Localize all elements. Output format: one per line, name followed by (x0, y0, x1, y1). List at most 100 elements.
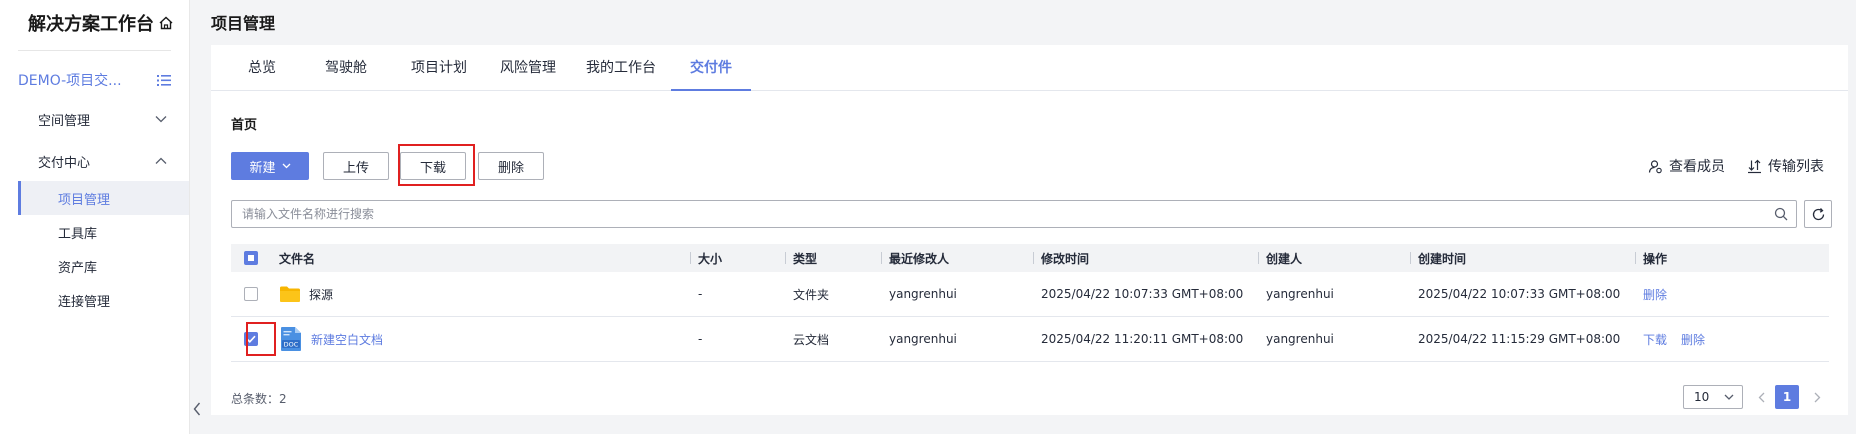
refresh-button[interactable] (1804, 200, 1832, 228)
sidebar-item-label: 连接管理 (58, 294, 111, 310)
nav-group-space[interactable]: 空间管理 (0, 99, 189, 139)
upload-button-label: 上传 (342, 160, 369, 176)
doc-file-icon: DOC (281, 327, 301, 351)
file-type: 云文档 (793, 332, 830, 347)
column-header-name[interactable]: 文件名 (271, 244, 690, 272)
column-header-type[interactable]: 类型 (785, 244, 881, 272)
sidebar-item-tool-library[interactable]: 工具库 (0, 215, 189, 249)
file-table: 文件名 大小 类型 最近修改人 修改时间 创建人 创建时间 操作 探源 - 文件… (231, 244, 1829, 362)
select-all-checkbox[interactable] (244, 251, 258, 265)
ctime: 2025/04/22 10:07:33 GMT+08:00 (1418, 287, 1621, 301)
chevron-left-icon (193, 402, 201, 416)
brand-title: 解决方案工作台 (28, 14, 154, 35)
row-delete-link[interactable]: 删除 (1681, 331, 1705, 348)
delete-button[interactable]: 删除 (478, 152, 544, 180)
column-header-label: 修改时间 (1041, 251, 1090, 266)
upload-button[interactable]: 上传 (323, 152, 389, 180)
row-select-cell (231, 272, 271, 316)
tab-label: 驾驶舱 (325, 60, 367, 76)
ctime: 2025/04/22 11:15:29 GMT+08:00 (1418, 332, 1621, 346)
brand[interactable]: 解决方案工作台 (0, 0, 189, 46)
column-header-ctime[interactable]: 创建时间 (1410, 244, 1635, 272)
next-page-button[interactable] (1805, 385, 1829, 409)
column-header-label: 文件名 (279, 251, 316, 266)
row-download-link[interactable]: 下载 (1643, 331, 1667, 348)
search-icon[interactable] (1766, 207, 1796, 221)
tab-my-workbench[interactable]: 我的工作台 (571, 44, 671, 90)
file-size: - (698, 332, 703, 346)
tab-overview[interactable]: 总览 (225, 44, 299, 90)
project-selector[interactable]: DEMO-项目交... (0, 63, 189, 97)
ops-cell: 下载 删除 (1635, 317, 1825, 361)
transfer-list-button[interactable]: 传输列表 (1747, 156, 1824, 176)
view-members-label: 查看成员 (1669, 159, 1725, 175)
table-footer: 总条数：2 10 1 (231, 383, 1829, 413)
tab-label: 我的工作台 (586, 60, 656, 76)
ops-cell: 删除 (1635, 272, 1825, 316)
sidebar-collapse-button[interactable] (190, 396, 204, 422)
file-size: - (698, 287, 703, 301)
column-header-label: 创建时间 (1418, 251, 1467, 266)
sidebar-item-project-management[interactable]: 项目管理 (18, 181, 189, 215)
user-icon (1648, 159, 1662, 173)
column-header-modifier[interactable]: 最近修改人 (881, 244, 1033, 272)
column-header-label: 操作 (1643, 251, 1668, 266)
mtime: 2025/04/22 11:20:11 GMT+08:00 (1041, 332, 1244, 346)
header-select-cell (231, 244, 271, 272)
tab-project-plan[interactable]: 项目计划 (393, 44, 485, 90)
sidebar-item-label: 项目管理 (58, 192, 111, 208)
prev-page-button[interactable] (1749, 385, 1773, 409)
list-menu-icon[interactable] (157, 74, 171, 87)
mtime-cell: 2025/04/22 10:07:33 GMT+08:00 (1033, 272, 1258, 316)
column-header-label: 类型 (793, 251, 818, 266)
table-row[interactable]: DOC 新建空白文档 - 云文档 yangrenhui 2025/04/22 1… (231, 317, 1829, 362)
tab-deliverables[interactable]: 交付件 (671, 44, 751, 91)
modifier: yangrenhui (889, 287, 957, 301)
home-icon[interactable] (158, 15, 174, 31)
column-header-creator[interactable]: 创建人 (1258, 244, 1410, 272)
project-name: DEMO-项目交... (18, 73, 122, 89)
tab-risk-management[interactable]: 风险管理 (485, 44, 571, 90)
folder-icon (280, 286, 300, 302)
mtime: 2025/04/22 10:07:33 GMT+08:00 (1041, 287, 1244, 301)
chevron-up-icon (155, 157, 167, 164)
search-input[interactable] (232, 201, 1766, 227)
creator-cell: yangrenhui (1258, 272, 1410, 316)
page-size-value: 10 (1694, 390, 1710, 404)
file-name: 探源 (309, 287, 334, 302)
row-checkbox[interactable] (244, 287, 258, 301)
sidebar-item-label: 资产库 (58, 260, 98, 276)
search-box (231, 200, 1797, 228)
page-size-select[interactable]: 10 (1683, 385, 1743, 409)
toolbar-right: 查看成员 传输列表 (1626, 151, 1824, 181)
delete-button-label: 删除 (497, 160, 524, 176)
modifier: yangrenhui (889, 332, 957, 346)
total-count: 总条数：2 (231, 391, 287, 406)
sidebar-item-connection-management[interactable]: 连接管理 (0, 283, 189, 317)
view-members-button[interactable]: 查看成员 (1648, 156, 1725, 176)
pagination: 10 1 (1683, 385, 1829, 409)
column-header-ops: 操作 (1635, 244, 1825, 272)
row-delete-link[interactable]: 删除 (1643, 286, 1667, 303)
creator-cell: yangrenhui (1258, 317, 1410, 361)
column-header-size[interactable]: 大小 (690, 244, 785, 272)
sidebar-item-asset-library[interactable]: 资产库 (0, 249, 189, 283)
tab-label: 风险管理 (500, 60, 556, 76)
column-header-label: 大小 (698, 251, 723, 266)
file-name-cell[interactable]: 探源 (271, 272, 690, 316)
tab-cockpit[interactable]: 驾驶舱 (299, 44, 393, 90)
file-name-cell[interactable]: DOC 新建空白文档 (271, 317, 690, 361)
new-button[interactable]: 新建 (231, 152, 309, 180)
column-header-mtime[interactable]: 修改时间 (1033, 244, 1258, 272)
table-row[interactable]: 探源 - 文件夹 yangrenhui 2025/04/22 10:07:33 … (231, 272, 1829, 317)
chevron-down-icon (1724, 394, 1734, 400)
download-highlight-box (398, 144, 475, 186)
toolbar: 新建 上传 下载 删除 (231, 151, 544, 181)
page-number-current[interactable]: 1 (1775, 385, 1799, 409)
file-name-link[interactable]: 新建空白文档 (311, 331, 383, 348)
chevron-left-icon (1758, 392, 1764, 402)
transfer-list-label: 传输列表 (1768, 159, 1824, 175)
chevron-down-icon (282, 163, 290, 169)
breadcrumb[interactable]: 首页 (231, 114, 257, 133)
nav-group-delivery[interactable]: 交付中心 (0, 141, 189, 181)
